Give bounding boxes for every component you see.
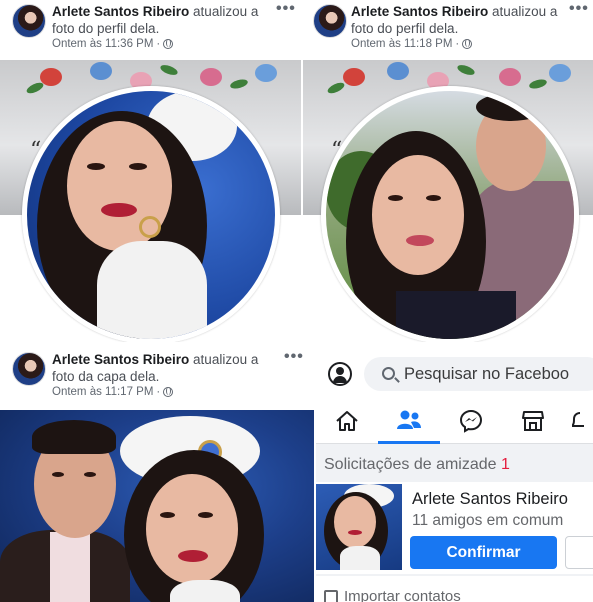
post-timestamp[interactable]: Ontem às 11:18 PM — [351, 38, 452, 50]
requester-photo[interactable] — [316, 484, 402, 570]
contacts-icon — [324, 590, 338, 602]
globe-icon — [163, 387, 174, 397]
tab-home[interactable] — [316, 398, 378, 444]
profile-photo[interactable] — [22, 86, 280, 342]
post-timestamp[interactable]: Ontem às 11:17 PM — [52, 386, 153, 398]
post-title: Arlete Santos Ribeiro atualizou a foto d… — [52, 3, 267, 37]
friend-requests-header: Solicitações de amizade 1 — [316, 444, 593, 482]
delete-button[interactable] — [565, 536, 593, 569]
friends-icon — [397, 410, 421, 429]
tab-notifications[interactable] — [564, 398, 593, 444]
bell-icon — [572, 412, 584, 427]
more-options-icon[interactable]: ••• — [276, 1, 296, 17]
post-profile-photo-1: Arlete Santos Ribeiro atualizou a foto d… — [0, 0, 301, 342]
import-contacts-row[interactable]: Importar contatos — [316, 576, 593, 602]
facebook-mobile-screen: Pesquisar no Faceboo Solicitações de ami… — [316, 344, 593, 602]
cover-photo[interactable] — [0, 410, 314, 602]
post-meta: Ontem às 11:36 PM · — [52, 38, 174, 50]
nav-tabs — [316, 398, 593, 444]
tab-messenger[interactable] — [440, 398, 502, 444]
post-header: Arlete Santos Ribeiro atualizou a foto d… — [0, 344, 314, 404]
profile-photo[interactable] — [321, 86, 579, 342]
author-avatar[interactable] — [12, 4, 46, 38]
globe-icon — [462, 39, 473, 49]
friend-requests-title: Solicitações de amizade — [324, 456, 497, 473]
post-meta: Ontem às 11:18 PM · — [351, 38, 473, 50]
profile-icon[interactable] — [328, 362, 352, 386]
import-contacts-label: Importar contatos — [344, 588, 461, 602]
author-name[interactable]: Arlete Santos Ribeiro — [52, 4, 189, 19]
mutual-friends[interactable]: 11 amigos em comum — [412, 512, 563, 530]
search-placeholder: Pesquisar no Faceboo — [404, 364, 570, 383]
post-header: Arlete Santos Ribeiro atualizou a foto d… — [303, 0, 593, 60]
post-meta: Ontem às 11:17 PM · — [52, 386, 174, 398]
post-timestamp[interactable]: Ontem às 11:36 PM — [52, 38, 153, 50]
author-avatar[interactable] — [313, 4, 347, 38]
tab-marketplace[interactable] — [502, 398, 564, 444]
post-cover-photo: Arlete Santos Ribeiro atualizou a foto d… — [0, 344, 314, 602]
search-icon — [382, 367, 395, 380]
globe-icon — [163, 39, 174, 49]
friend-request-card: Arlete Santos Ribeiro 11 amigos em comum… — [316, 482, 593, 574]
confirm-button[interactable]: Confirmar — [410, 536, 557, 569]
messenger-icon — [459, 409, 483, 433]
post-header: Arlete Santos Ribeiro atualizou a foto d… — [0, 0, 301, 60]
author-avatar[interactable] — [12, 352, 46, 386]
post-title: Arlete Santos Ribeiro atualizou a foto d… — [52, 351, 267, 385]
top-bar: Pesquisar no Faceboo — [316, 344, 593, 398]
author-name[interactable]: Arlete Santos Ribeiro — [351, 4, 488, 19]
more-options-icon[interactable]: ••• — [284, 349, 304, 365]
post-title: Arlete Santos Ribeiro atualizou a foto d… — [351, 3, 563, 37]
requester-name[interactable]: Arlete Santos Ribeiro — [412, 490, 568, 509]
more-options-icon[interactable]: ••• — [569, 1, 589, 17]
tab-friends[interactable] — [378, 398, 440, 444]
author-name[interactable]: Arlete Santos Ribeiro — [52, 352, 189, 367]
post-profile-photo-2: Arlete Santos Ribeiro atualizou a foto d… — [303, 0, 593, 342]
search-input[interactable]: Pesquisar no Faceboo — [364, 357, 593, 391]
marketplace-icon — [522, 411, 544, 431]
home-icon — [336, 411, 358, 431]
friend-requests-count: 1 — [501, 456, 510, 473]
